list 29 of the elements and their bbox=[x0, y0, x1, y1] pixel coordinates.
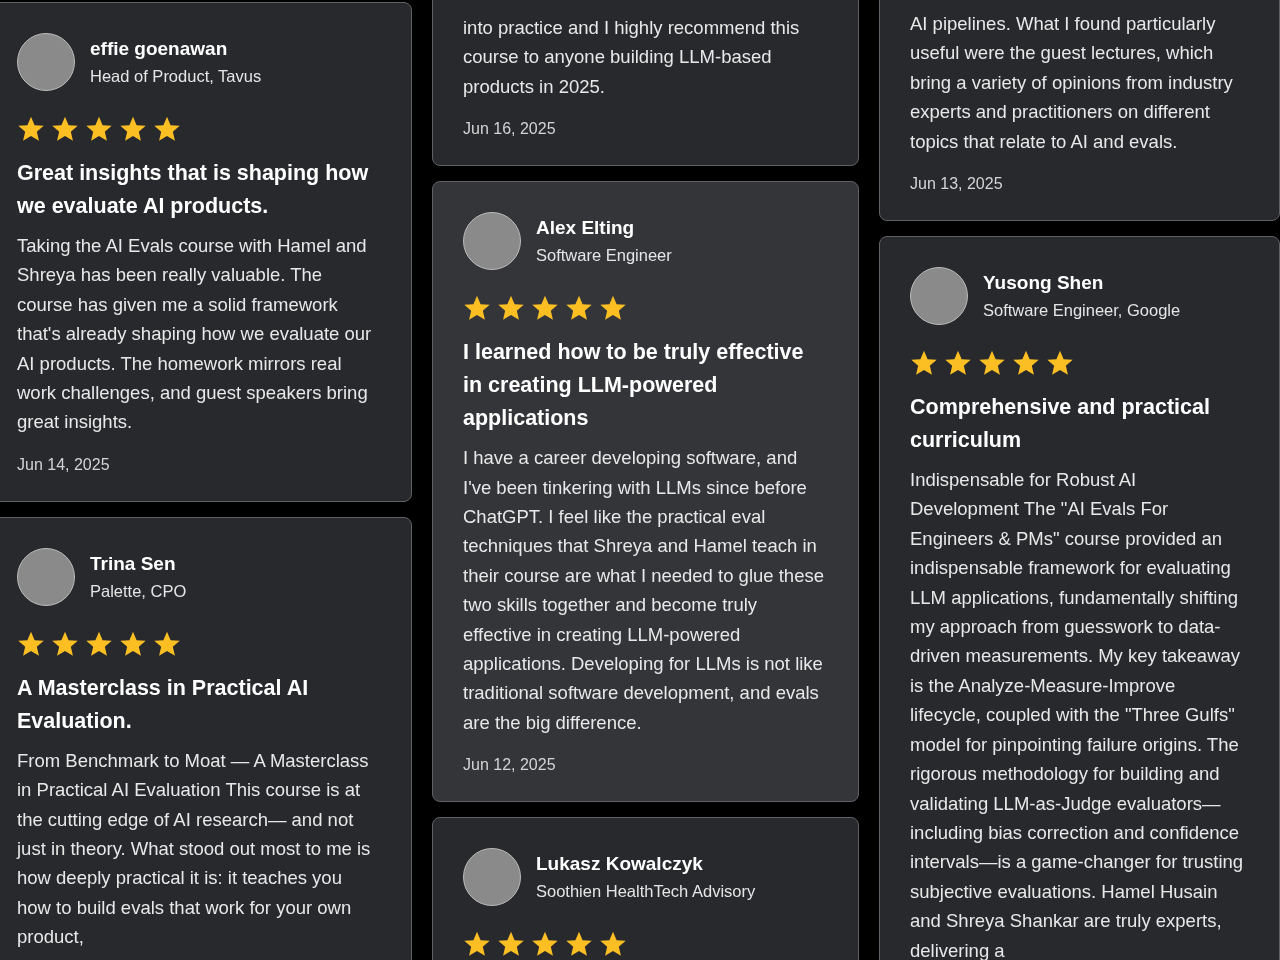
review-date: Jun 12, 2025 bbox=[463, 755, 557, 776]
reviewer-name: Lukasz Kowalczyk bbox=[536, 852, 704, 877]
review-text: I have a career developing software, and I've been tinkering with LLMs since before ChatGPT. I feel like the practical eval techniques that Shreya and Hamel teach in their course are what I needed to glue these two skills together and become truly effective in creating LLM-powered applications. Developing for LLMs is not like traditional software development, and evals are the big difference. bbox=[463, 446, 825, 735]
review-title: I learned how to be truly effective in creating LLM-powered applications bbox=[463, 339, 805, 433]
star-icon bbox=[119, 115, 147, 143]
review-text: From Benchmark to Moat — A Masterclass in Practical AI Evaluation This course is at the cutting edge of AI research— and not just in theory. What stood out most to me is how deeply practical it is: it teaches you how to build evals that work for your own product, bbox=[17, 748, 372, 950]
reviewer-name: effie goenawan bbox=[90, 37, 229, 61]
reviewer-name: Alex Elting bbox=[536, 216, 636, 241]
reviewer-role: Software Engineer bbox=[536, 245, 672, 267]
review-date: Jun 14, 2025 bbox=[17, 454, 111, 475]
star-icon bbox=[153, 115, 181, 143]
review-text: AI pipelines. What I found particularly useful were the guest lectures, which bring a variety of opinions from industry experts and practitioners on different topics that relate to AI and evals. bbox=[910, 12, 1234, 154]
star-icon bbox=[17, 115, 45, 143]
review-text: Indispensable for Robust AI Development The "AI Evals For Engineers & PMs" course provided an indispensable framework for evaluating LLM applications, fundamentally shifting my approach from guesswork to data-driven measurements. My key takeaway is the Analyze-Measure-Improve lifecycle, coupled with the "Three Gulfs" model for pinpointing failure origins. The rigorous methodology for building and validating LLM-as-Judge evaluators—including bias correction and confidence intervals—is a game-changer for trusting subjective evaluations. Hamel Husain and Shreya Shankar are truly experts, delivering a bbox=[910, 468, 1245, 960]
reviewer-role: Software Engineer, Google bbox=[983, 300, 1181, 322]
star-icon bbox=[51, 115, 79, 143]
reviewer-name: Yusong Shen bbox=[983, 271, 1105, 296]
star-icon bbox=[85, 115, 113, 143]
review-date: Jun 13, 2025 bbox=[910, 174, 1004, 195]
review-text: into practice and I highly recommend this course to anyone building LLM-based products in 2025. bbox=[463, 16, 801, 99]
review-text: Taking the AI Evals course with Hamel and Shreya has been really valuable. The course has given me a solid framework that's already shaping how we evaluate our AI products. The homework mirrors real work challenges, and guest speakers bring great insights. bbox=[17, 234, 373, 435]
reviewer-role: Palette, CPO bbox=[90, 580, 187, 602]
reviewer-role: Soothien HealthTech Advisory bbox=[536, 881, 756, 903]
reviewer-role: Head of Product, Tavus bbox=[90, 66, 262, 87]
review-date: Jun 16, 2025 bbox=[463, 119, 557, 140]
reviewer-name: Trina Sen bbox=[90, 551, 177, 576]
review-title: Comprehensive and practical curriculum bbox=[910, 394, 1211, 455]
review-title: A Masterclass in Practical AI Evaluation. bbox=[17, 674, 310, 735]
review-title: Great insights that is shaping how we evaluate AI products. bbox=[17, 160, 370, 220]
